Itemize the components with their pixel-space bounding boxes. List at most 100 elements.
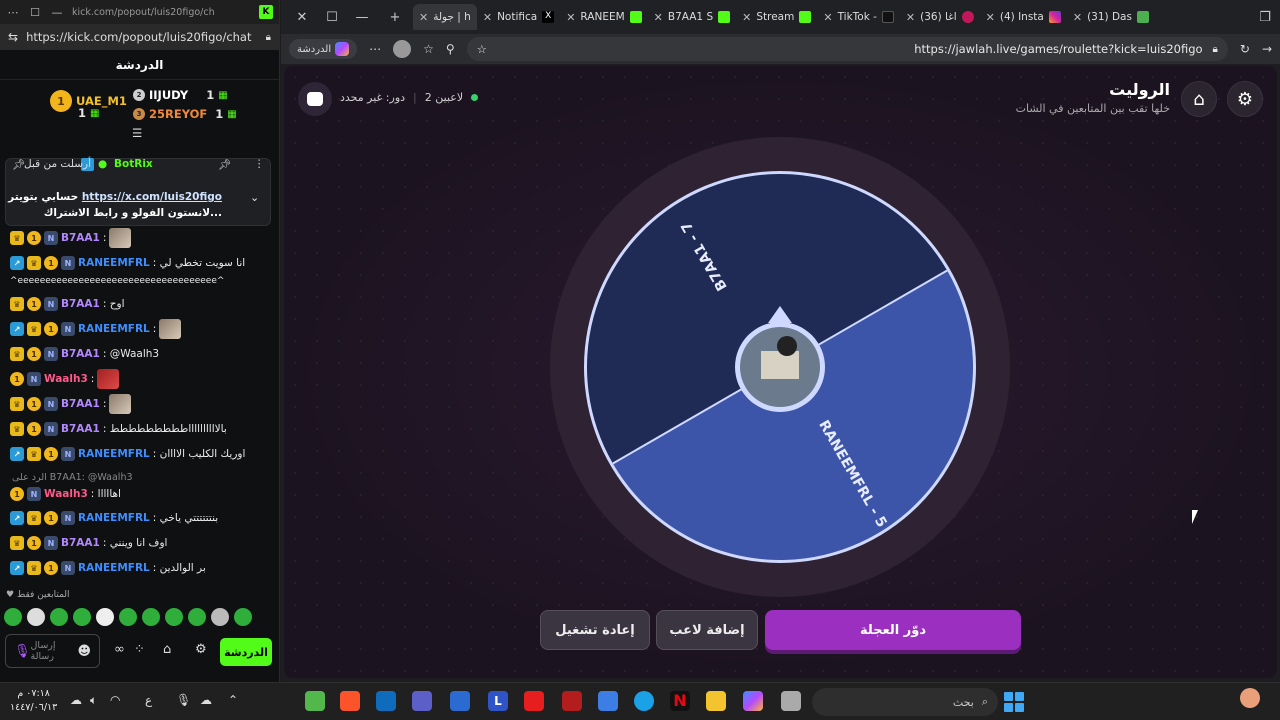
emoji-icon[interactable]: ☻ <box>77 644 91 659</box>
extensions-icon[interactable]: ⚲ <box>446 42 455 56</box>
wifi-icon[interactable]: ◠ <box>110 693 120 707</box>
task-view-icon[interactable] <box>781 691 801 711</box>
outlook-icon[interactable] <box>376 691 396 711</box>
emote-icon[interactable] <box>73 608 91 626</box>
l-app-icon[interactable]: L <box>488 691 508 711</box>
tab-stream[interactable]: ✕ Stream <box>736 4 817 30</box>
emote-icon[interactable] <box>27 608 45 626</box>
close-tab-icon[interactable]: ✕ <box>654 11 663 24</box>
mic-icon[interactable]: 🎙︎ <box>14 644 31 659</box>
emote-icon[interactable] <box>50 608 68 626</box>
emote-icon[interactable] <box>165 608 183 626</box>
emote-icon[interactable] <box>142 608 160 626</box>
chat-username[interactable]: RANEEMFRL <box>78 448 150 460</box>
reset-button[interactable]: إعادة تشغيل <box>540 610 650 650</box>
menu-dots-icon[interactable]: ⋮ <box>254 158 265 170</box>
emote-icon[interactable] <box>234 608 252 626</box>
edge-icon[interactable] <box>634 691 654 711</box>
start-button[interactable] <box>1004 692 1024 712</box>
chat-username[interactable]: B7AA1 <box>61 232 100 244</box>
chat-address-bar[interactable]: ⇆ https://kick.com/popout/luis20figo/cha… <box>0 24 279 50</box>
chat-username[interactable]: B7AA1 <box>61 537 100 549</box>
chat-username[interactable]: B7AA1 <box>61 348 100 360</box>
chat-username[interactable]: Waalh3 <box>44 373 88 385</box>
mail-icon[interactable] <box>450 691 470 711</box>
tab-instagram[interactable]: ✕ (4) Insta <box>980 4 1067 30</box>
forward-icon[interactable]: → <box>1262 42 1272 56</box>
volume-icon[interactable]: 🔈︎ <box>90 693 97 708</box>
store-icon[interactable]: ⌂ <box>163 642 171 657</box>
minimize-icon[interactable]: — <box>347 10 377 25</box>
pinned-link[interactable]: https://x.com/luis20figo <box>82 191 222 203</box>
address-bar[interactable]: ☆ https://jawlah.live/games/roulette?kic… <box>466 37 1228 61</box>
close-tab-icon[interactable]: ✕ <box>742 11 751 24</box>
youtube-icon[interactable] <box>524 691 544 711</box>
chat-username[interactable]: RANEEMFRL <box>78 257 150 269</box>
system-clock[interactable]: ٠٧:١٨ م ١٤٤٧/٠٦/١٣ <box>10 687 57 715</box>
chat-username[interactable]: B7AA1 <box>61 398 100 410</box>
store-icon[interactable] <box>598 691 618 711</box>
chat-username[interactable]: B7AA1 <box>61 423 100 435</box>
chat-send-button[interactable]: الدردشة <box>220 638 272 666</box>
file-explorer-icon[interactable] <box>706 691 726 711</box>
chat-username[interactable]: Waalh3 <box>44 488 88 500</box>
widgets-icon[interactable] <box>1240 688 1260 708</box>
tab-dashboard[interactable]: ✕ (31) Das <box>1067 4 1155 30</box>
home-button[interactable]: ⌂ <box>1181 81 1217 117</box>
settings-button[interactable]: ⚙ <box>1227 81 1263 117</box>
close-tab-icon[interactable]: ✕ <box>823 11 832 24</box>
tab-actions-icon[interactable]: ❐ <box>1250 10 1280 25</box>
chat-username[interactable]: RANEEMFRL <box>78 323 150 335</box>
tab-raneem[interactable]: ✕ RANEEM <box>560 4 647 30</box>
app-icon[interactable] <box>412 691 432 711</box>
infinity-icon[interactable]: ∞ <box>114 642 125 657</box>
dots-icon[interactable]: ⁘ <box>134 642 145 657</box>
tab-notifications[interactable]: ✕ Notifica X <box>477 4 560 30</box>
emote-icon[interactable] <box>211 608 229 626</box>
profile-icon[interactable] <box>393 40 412 58</box>
close-tab-icon[interactable]: ✕ <box>986 11 995 24</box>
emote-icon[interactable] <box>119 608 137 626</box>
gear-icon[interactable]: ⚙ <box>195 642 207 657</box>
mic-icon[interactable]: 🎙︎ <box>176 693 191 707</box>
tab-youtube[interactable]: ✕ (36) اغا <box>900 4 980 30</box>
maximize-icon[interactable]: ☐ <box>28 5 42 19</box>
chat-username[interactable]: RANEEMFRL <box>78 562 150 574</box>
emote-icon[interactable] <box>188 608 206 626</box>
more-icon[interactable]: ⋯ <box>369 42 381 56</box>
close-tab-icon[interactable]: ✕ <box>419 11 428 24</box>
spin-wheel-button[interactable]: دوّر العجلة <box>765 610 1021 650</box>
maximize-icon[interactable]: ☐ <box>317 10 347 25</box>
add-favorite-icon[interactable]: ☆ <box>477 42 487 56</box>
app-icon[interactable] <box>305 691 325 711</box>
close-icon[interactable]: ✕ <box>287 10 317 25</box>
tune-icon[interactable]: ⇆ <box>8 30 18 44</box>
close-tab-icon[interactable]: ✕ <box>566 11 575 24</box>
more-icon[interactable]: ⋯ <box>6 5 20 19</box>
new-tab-icon[interactable]: + <box>377 10 413 25</box>
roulette-wheel[interactable]: B7AA1 - 7 RANEEMFRL - 5 <box>549 136 1011 598</box>
copilot-button[interactable]: الدردشة <box>289 39 358 59</box>
leaderboard-expand-icon[interactable]: ☰ <box>132 126 142 140</box>
chat-toggle-button[interactable] <box>298 82 332 116</box>
send-message-input[interactable]: 🎙︎ إرسال رسالة ☻ <box>5 634 100 668</box>
taskbar-search[interactable]: بحث ⌕ <box>812 688 998 716</box>
close-tab-icon[interactable]: ✕ <box>906 11 915 24</box>
pin-icon[interactable]: 📌︎ <box>218 158 231 171</box>
copilot-icon[interactable] <box>743 691 763 711</box>
language-indicator[interactable]: ع <box>145 693 152 707</box>
netflix-icon[interactable]: N <box>670 691 690 711</box>
close-tab-icon[interactable]: ✕ <box>483 11 492 24</box>
emote-icon[interactable] <box>96 608 114 626</box>
minimize-icon[interactable]: — <box>50 5 64 19</box>
chevron-down-icon[interactable]: ⌄ <box>250 191 259 204</box>
chat-username[interactable]: B7AA1 <box>61 298 100 310</box>
emote-icon[interactable] <box>4 608 22 626</box>
favorites-icon[interactable]: ☆ <box>423 42 434 56</box>
add-player-button[interactable]: إضافة لاعب <box>656 610 758 650</box>
chevron-up-icon[interactable]: ⌃ <box>228 693 238 707</box>
tab-jawlah[interactable]: ✕ جولة | h <box>413 4 477 30</box>
mcafee-icon[interactable] <box>562 691 582 711</box>
network-icon[interactable]: ☁ <box>70 693 82 707</box>
brave-icon[interactable] <box>340 691 360 711</box>
